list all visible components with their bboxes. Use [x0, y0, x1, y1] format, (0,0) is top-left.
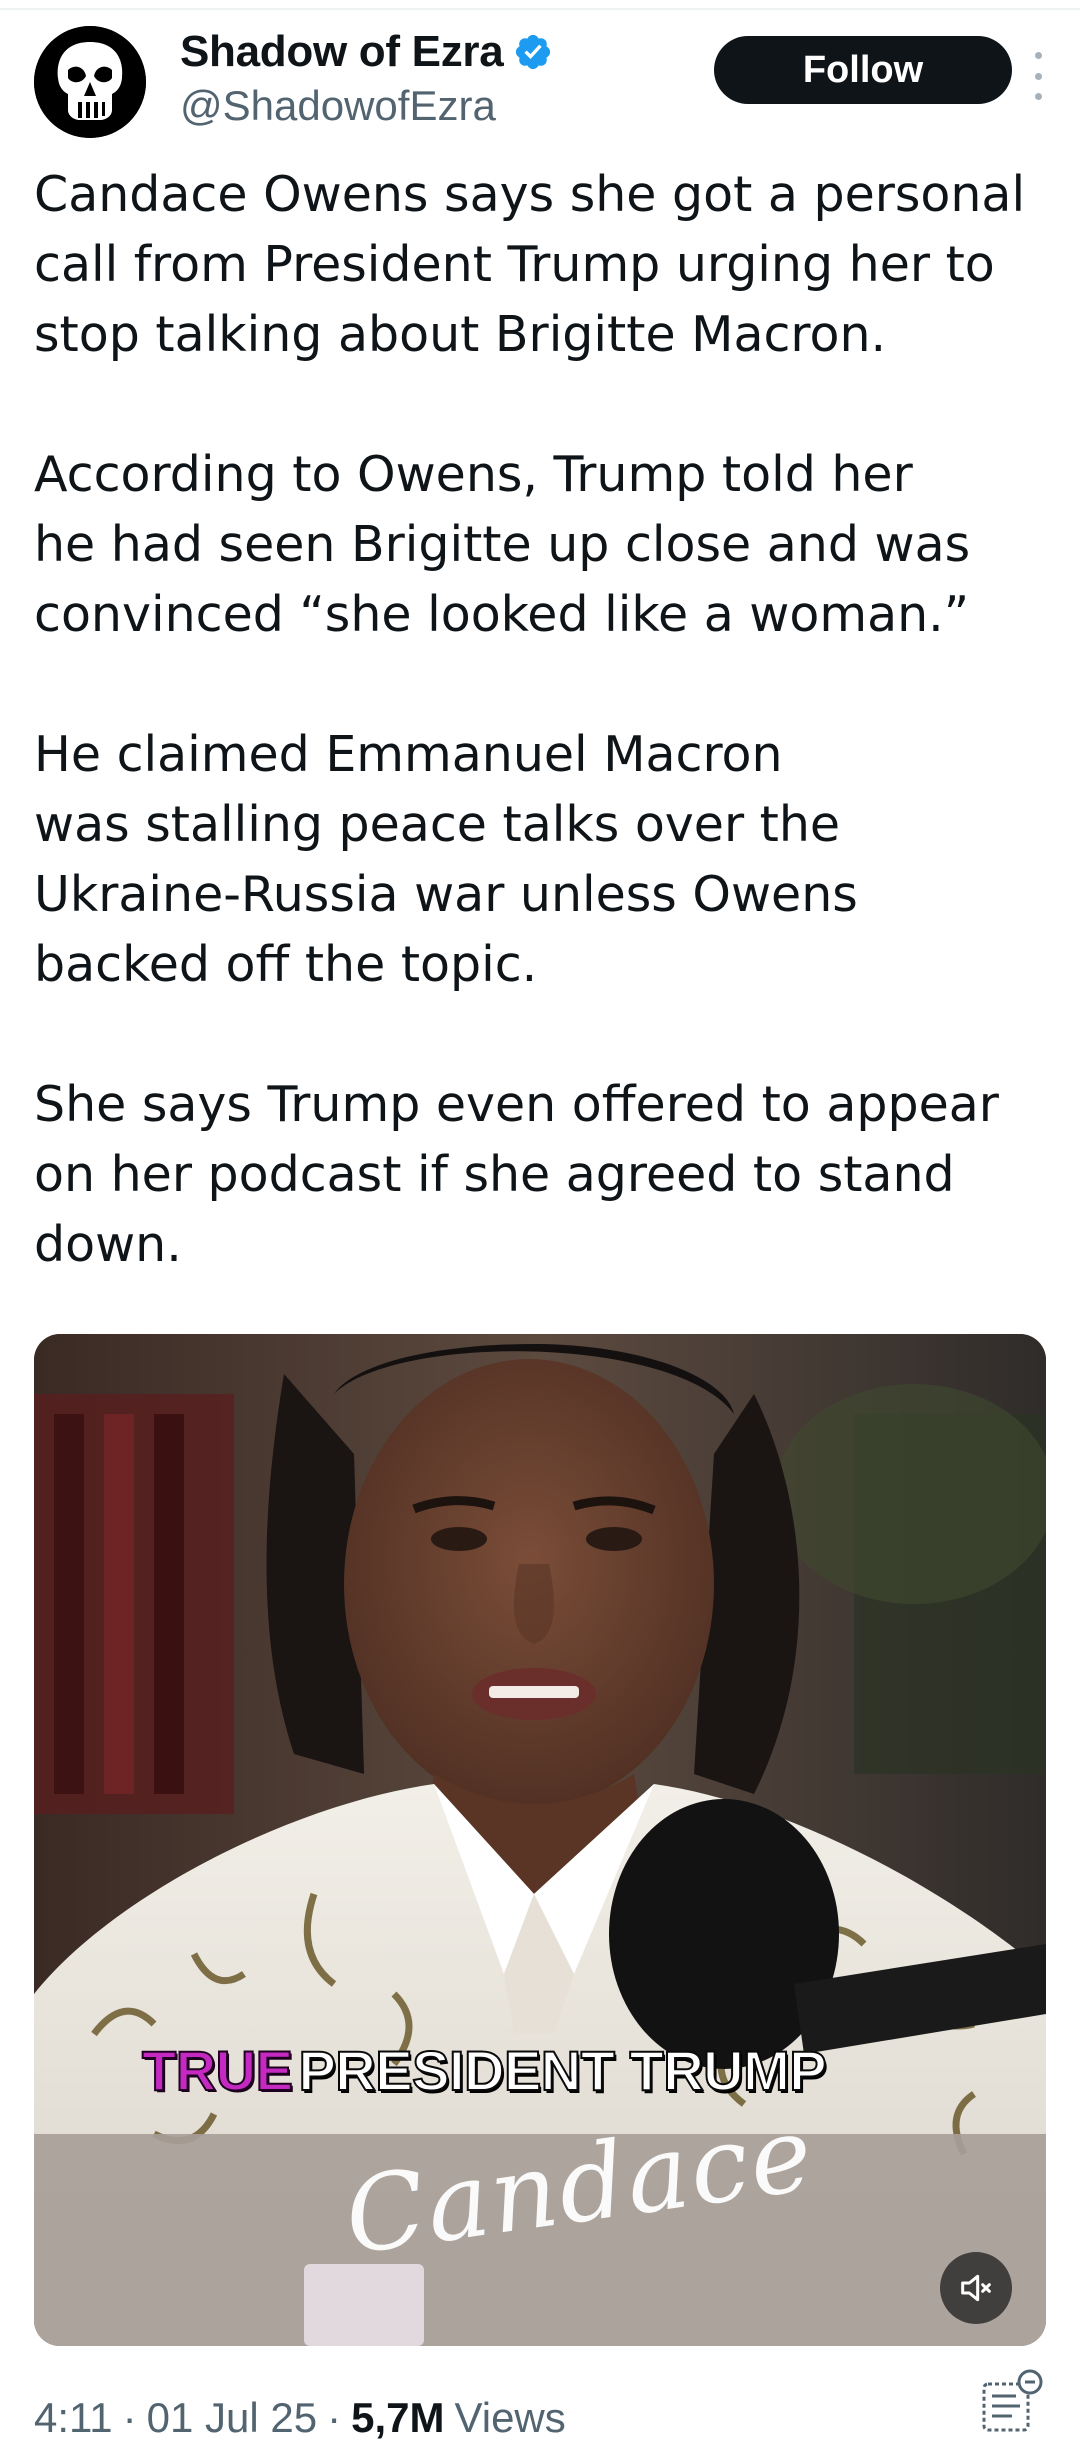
meta-separator: ·: [327, 2394, 342, 2441]
post-paragraph: Candace Owens says she got a personal ca…: [34, 160, 1054, 370]
post-text-line: stop talking about Brigitte Macron.: [34, 306, 887, 363]
post-text-line: She says Trump even offered to appear: [34, 1076, 999, 1133]
avatar[interactable]: [34, 26, 146, 138]
post-paragraph: She says Trump even offered to appear on…: [34, 1070, 1054, 1280]
post-date[interactable]: 01 Jul 25: [147, 2394, 317, 2442]
video-player[interactable]: TRUE PRESIDENT TRUMP Candace: [34, 1334, 1046, 2346]
post-text: Candace Owens says she got a personal ca…: [34, 160, 1054, 1280]
post-text-line: According to Owens, Trump told her: [34, 446, 913, 503]
post-text-line: backed off the topic.: [34, 936, 538, 993]
views-count: 5,7M: [351, 2394, 445, 2441]
post-text-line: He claimed Emmanuel Macron: [34, 726, 783, 783]
verified-badge-icon[interactable]: [513, 32, 553, 72]
speaker-muted-icon[interactable]: [940, 2252, 1012, 2324]
post-paragraph: He claimed Emmanuel Macron was stalling …: [34, 720, 1054, 1000]
caption-highlight: TRUE: [141, 2038, 294, 2103]
author-names: Shadow of Ezra @ShadowofEzra: [180, 24, 553, 130]
follow-button[interactable]: Follow: [714, 36, 1012, 104]
post-text-line: down.: [34, 1216, 182, 1273]
post-text-line: convinced “she looked like a woman.”: [34, 586, 970, 643]
post-text-line: was stalling peace talks over the: [34, 796, 841, 853]
post-text-line: on her podcast if she agreed to stand: [34, 1146, 955, 1203]
post-header: Shadow of Ezra @ShadowofEzra Follow: [34, 24, 1048, 138]
display-name[interactable]: Shadow of Ezra: [180, 27, 504, 77]
views-label: Views: [454, 2394, 566, 2441]
video-caption: TRUE PRESIDENT TRUMP: [141, 2038, 828, 2108]
top-divider: [0, 8, 1080, 10]
more-vertical-icon[interactable]: [1028, 52, 1048, 100]
skull-icon: [34, 26, 146, 138]
display-name-row: Shadow of Ezra: [180, 24, 553, 80]
post-text-line: call from President Trump urging her to: [34, 236, 995, 293]
meta-separator: ·: [122, 2394, 137, 2441]
post-text-line: he had seen Brigitte up close and was: [34, 516, 971, 573]
post-time[interactable]: 4:11: [34, 2394, 113, 2442]
post-paragraph: According to Owens, Trump told her he ha…: [34, 440, 1054, 650]
post-text-line: Candace Owens says she got a personal: [34, 166, 1026, 223]
caption-main: PRESIDENT TRUMP: [297, 2038, 827, 2103]
author-handle[interactable]: @ShadowofEzra: [180, 82, 553, 130]
post-text-line: Ukraine-Russia war unless Owens: [34, 866, 858, 923]
post-meta: 4:11 · 01 Jul 25 · 5,7M Views: [34, 2390, 566, 2446]
post-analytics-icon[interactable]: [976, 2366, 1046, 2436]
